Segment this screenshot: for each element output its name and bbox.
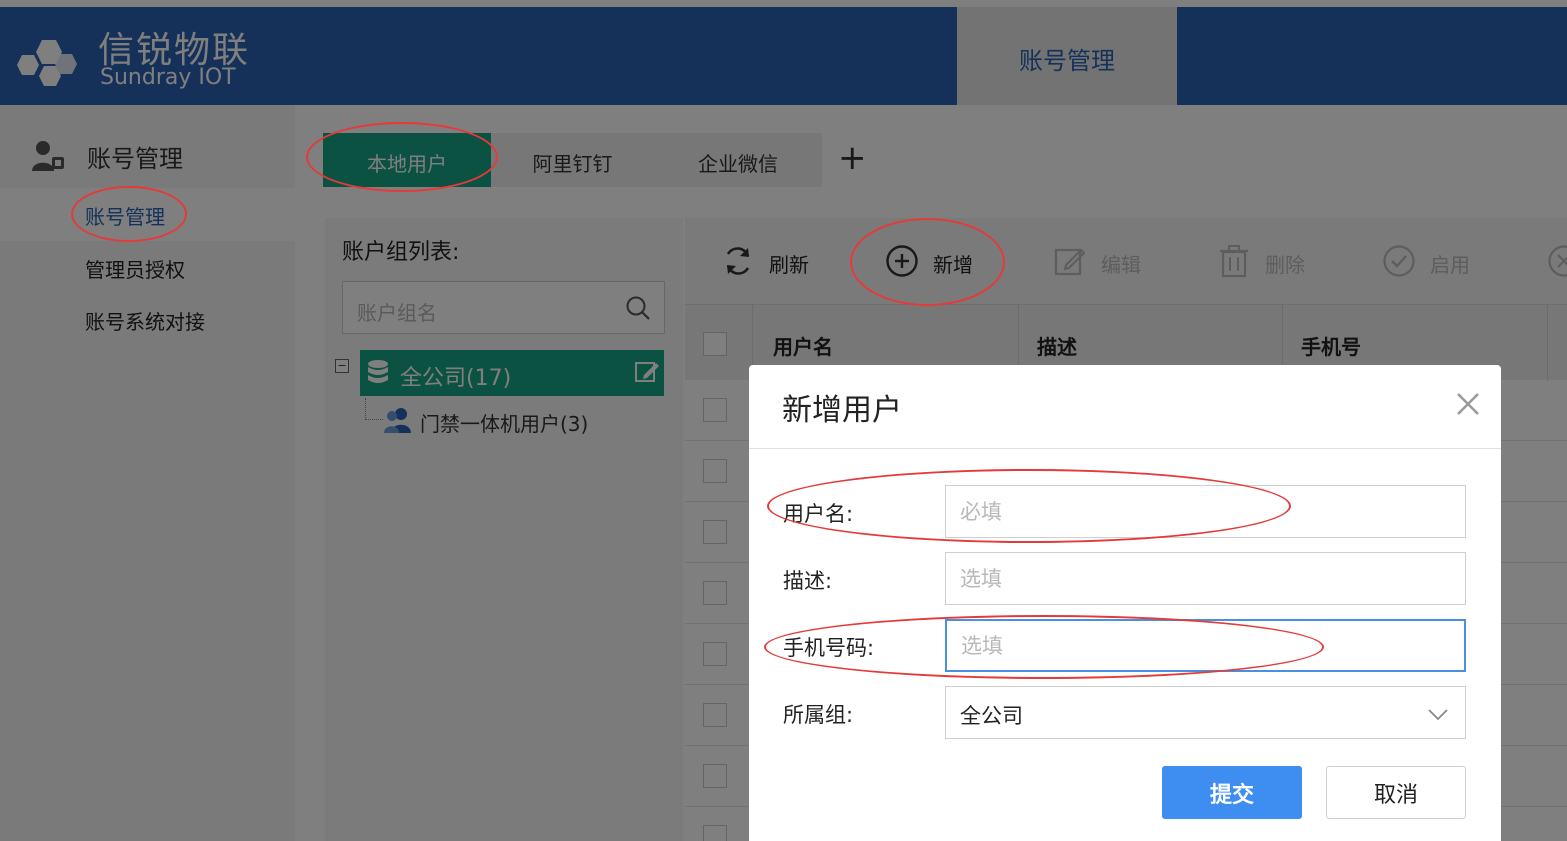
add-user-dialog: 新增用户 用户名: 描述: 手机号码: 所属组: 全公司 <box>749 365 1501 841</box>
username-label: 用户名: <box>783 502 854 526</box>
dialog-divider <box>749 448 1501 449</box>
group-label: 所属组: <box>783 703 854 727</box>
app-root: 信锐物联 Sundray IOT 账号管理 账号管理 账号管理 管理员授权 账号… <box>0 0 1567 841</box>
description-row: 描述: <box>749 552 1501 606</box>
cancel-button[interactable]: 取消 <box>1326 766 1466 819</box>
phone-field[interactable] <box>945 619 1466 672</box>
group-select[interactable]: 全公司 <box>945 686 1466 739</box>
phone-row: 手机号码: <box>749 619 1501 673</box>
close-icon[interactable] <box>1453 389 1483 419</box>
group-row: 所属组: 全公司 <box>749 686 1501 740</box>
username-row: 用户名: <box>749 485 1501 539</box>
group-select-value: 全公司 <box>960 704 1023 728</box>
description-label: 描述: <box>783 569 833 593</box>
dialog-title: 新增用户 <box>782 393 902 428</box>
chevron-down-icon <box>1428 709 1448 721</box>
username-field[interactable] <box>945 485 1466 538</box>
phone-label: 手机号码: <box>783 636 875 660</box>
submit-button[interactable]: 提交 <box>1162 766 1302 819</box>
description-field[interactable] <box>945 552 1466 605</box>
